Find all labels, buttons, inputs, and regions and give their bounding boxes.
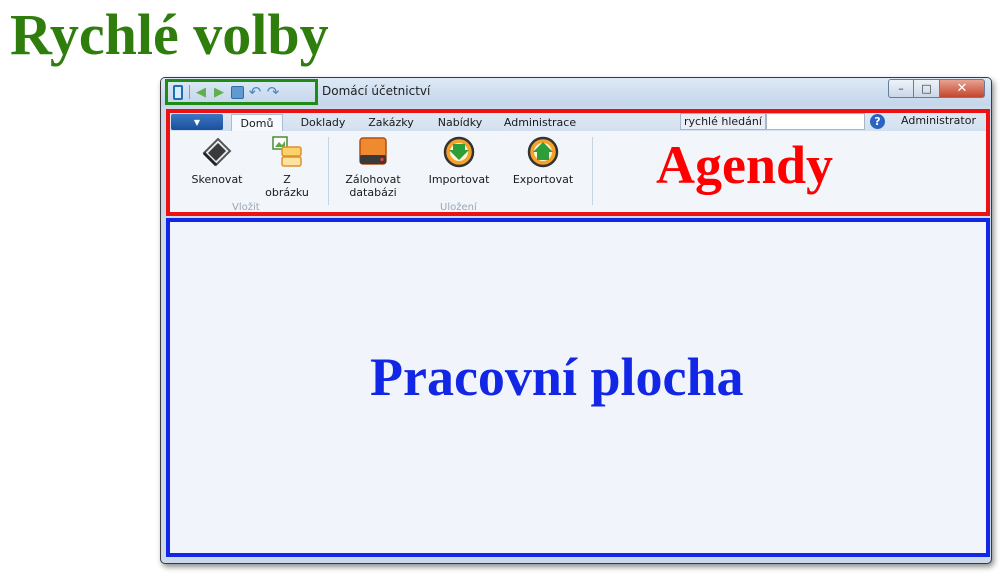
ribbon-tabs: ▼ Domů Doklady Zakázky Nabídky Administr…	[170, 113, 986, 131]
group-label-insert: Vložit	[232, 202, 260, 213]
group-label-save: Uložení	[440, 202, 477, 213]
import-button[interactable]: Importovat	[424, 135, 494, 186]
scan-button[interactable]: Skenovat	[182, 135, 252, 186]
import-label: Importovat	[428, 173, 490, 186]
maximize-button[interactable]: □	[914, 79, 940, 98]
close-button[interactable]: ✕	[940, 79, 985, 98]
export-up-icon	[527, 136, 559, 168]
back-arrow-icon[interactable]: ◀	[194, 85, 208, 99]
backup-database-button[interactable]: Zálohovat databázi	[338, 135, 408, 199]
database-backup-icon	[359, 137, 387, 165]
save-icon[interactable]	[230, 85, 244, 99]
scan-label: Skenovat	[191, 173, 243, 186]
tab-orders[interactable]: Zakázky	[359, 114, 423, 131]
image-import-icon	[272, 136, 302, 167]
quick-search-input[interactable]	[766, 113, 865, 130]
window-controls: – □ ✕	[888, 79, 985, 98]
from-image-label: Z obrázku	[265, 173, 309, 199]
app-icon[interactable]	[171, 84, 185, 100]
quick-search-label: rychlé hledání	[680, 113, 766, 130]
toolbar-separator	[189, 85, 190, 99]
quick-access-toolbar: ◀ ▶ ↶ ↷	[165, 79, 318, 105]
undo-icon[interactable]: ↶	[248, 84, 262, 99]
group-separator	[592, 137, 593, 205]
window-title: Domácí účetnictví	[322, 84, 431, 98]
backup-database-label: Zálohovat databázi	[345, 173, 401, 199]
ribbon: ▼ Domů Doklady Zakázky Nabídky Administr…	[166, 109, 990, 216]
group-separator	[328, 137, 329, 205]
quick-access-annotation: Rychlé volby	[10, 2, 329, 67]
export-label: Exportovat	[512, 173, 574, 186]
from-image-button[interactable]: Z obrázku	[252, 135, 322, 199]
scanner-icon	[202, 137, 232, 167]
tab-offers[interactable]: Nabídky	[427, 114, 493, 131]
app-window: ◀ ▶ ↶ ↷ Domácí účetnictví – □ ✕ ▼ Domů D…	[160, 77, 992, 564]
forward-arrow-icon[interactable]: ▶	[212, 85, 226, 99]
tab-documents[interactable]: Doklady	[293, 114, 353, 131]
workspace-annotation: Pracovní plocha	[370, 347, 744, 407]
help-icon[interactable]: ?	[870, 114, 885, 129]
title-bar: ◀ ▶ ↶ ↷ Domácí účetnictví – □ ✕	[161, 78, 991, 106]
agendas-annotation: Agendy	[656, 135, 834, 195]
file-menu-button[interactable]: ▼	[171, 114, 223, 130]
tab-administration[interactable]: Administrace	[499, 114, 581, 131]
user-name: Administrator	[901, 114, 976, 127]
import-down-icon	[443, 136, 475, 168]
tab-home[interactable]: Domů	[231, 114, 283, 131]
redo-icon[interactable]: ↷	[266, 84, 280, 99]
export-button[interactable]: Exportovat	[508, 135, 578, 186]
minimize-button[interactable]: –	[888, 79, 914, 98]
